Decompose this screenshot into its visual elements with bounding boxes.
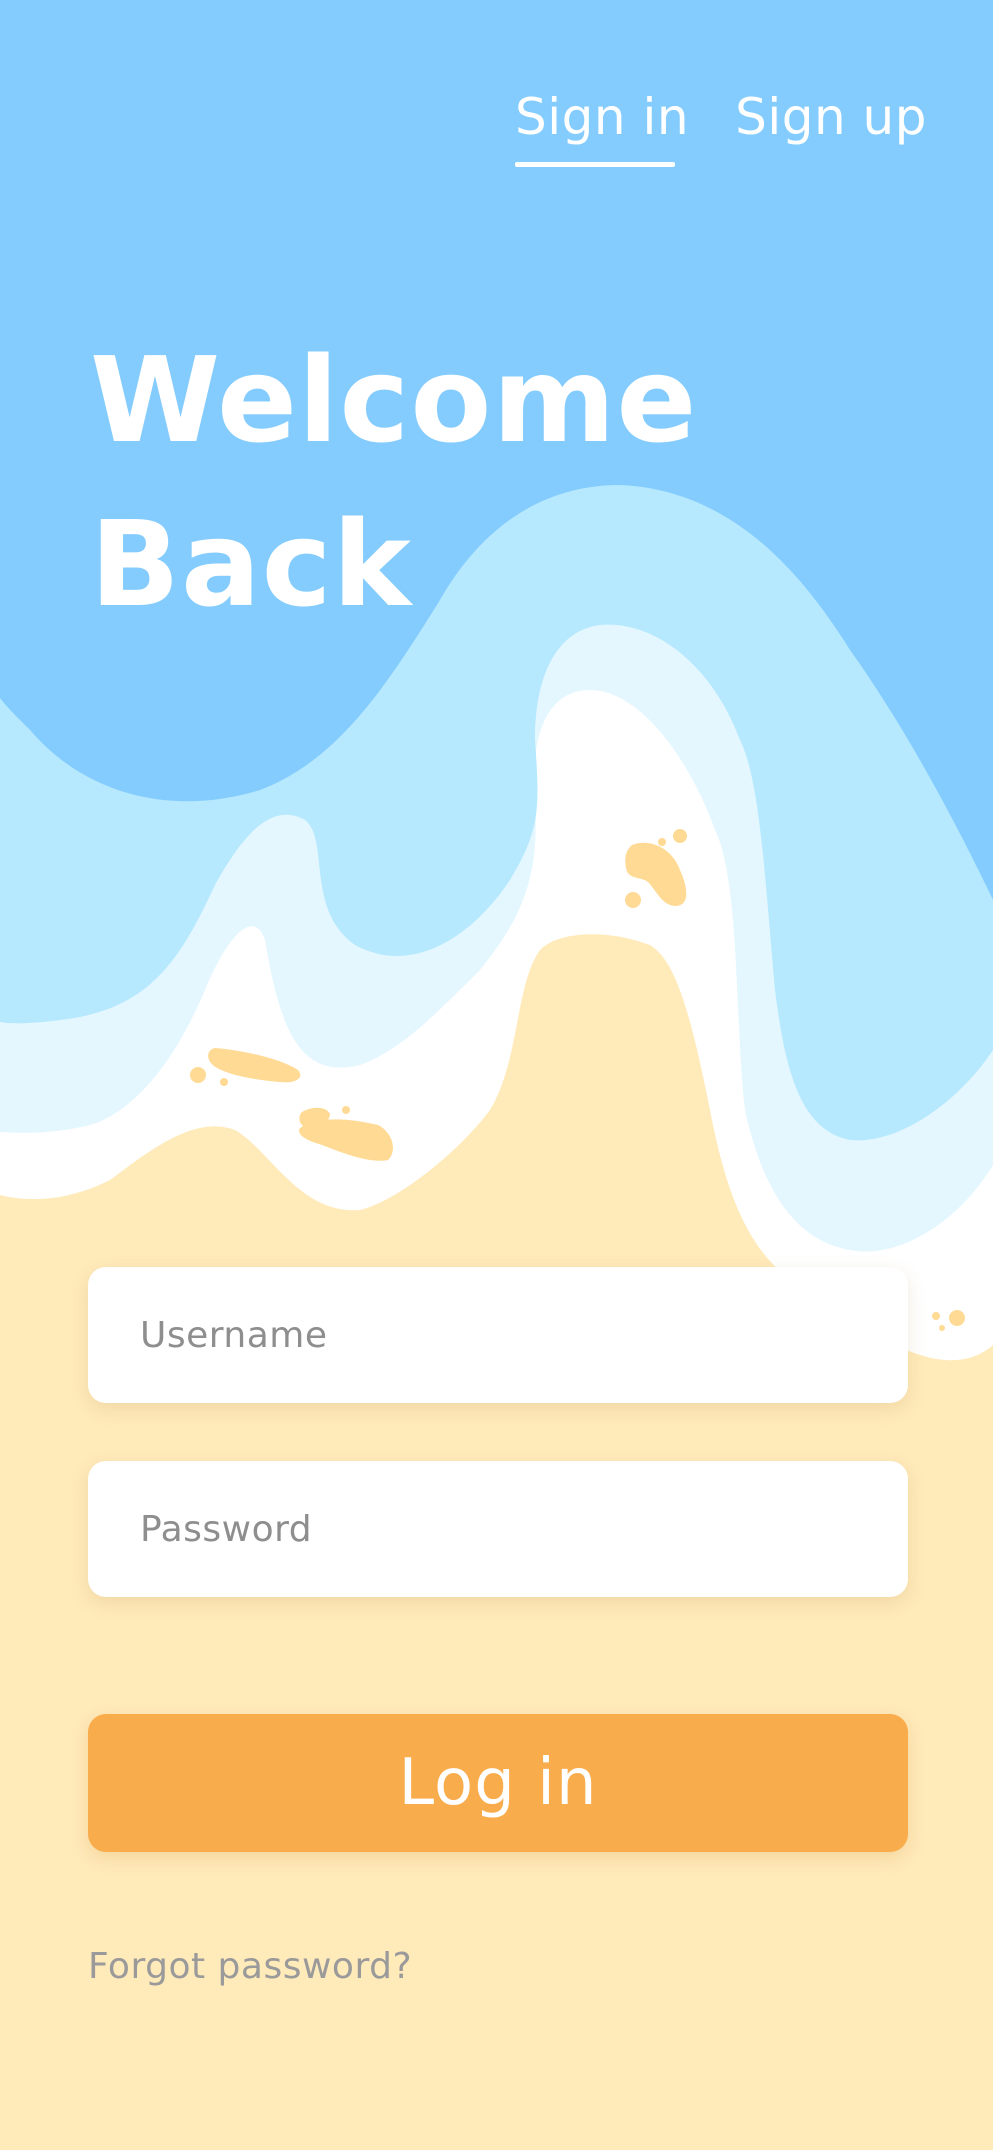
tab-sign-in[interactable]: Sign in — [515, 92, 689, 142]
forgot-password-link[interactable]: Forgot password? — [88, 1946, 412, 1987]
login-button[interactable]: Log in — [88, 1714, 908, 1852]
page-title-line-2: Back — [90, 495, 412, 633]
page-title: Welcome Back — [90, 318, 698, 646]
active-tab-indicator — [515, 162, 675, 167]
page-title-line-1: Welcome — [90, 331, 698, 469]
username-input[interactable] — [88, 1267, 908, 1403]
tab-sign-up[interactable]: Sign up — [735, 92, 927, 142]
password-input[interactable] — [88, 1461, 908, 1597]
